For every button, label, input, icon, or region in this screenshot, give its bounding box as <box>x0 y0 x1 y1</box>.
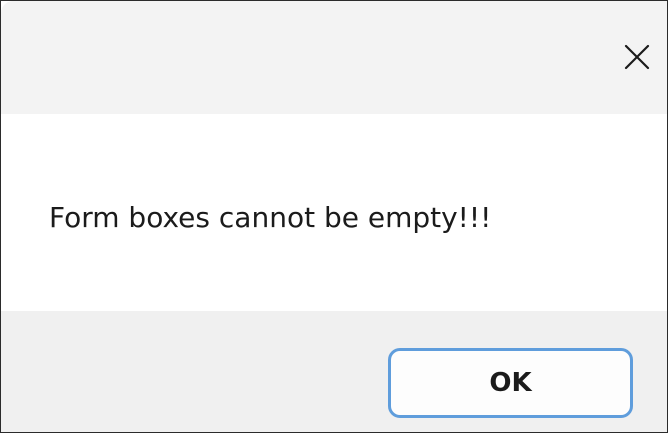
dialog-footer: OK <box>1 311 667 432</box>
close-button[interactable] <box>607 27 667 87</box>
dialog-message: Form boxes cannot be empty!!! <box>49 201 492 234</box>
dialog-content: Form boxes cannot be empty!!! <box>1 114 667 311</box>
title-bar <box>1 1 667 114</box>
message-dialog: Form boxes cannot be empty!!! OK <box>0 0 668 433</box>
close-icon <box>624 44 650 70</box>
ok-button[interactable]: OK <box>388 348 633 418</box>
